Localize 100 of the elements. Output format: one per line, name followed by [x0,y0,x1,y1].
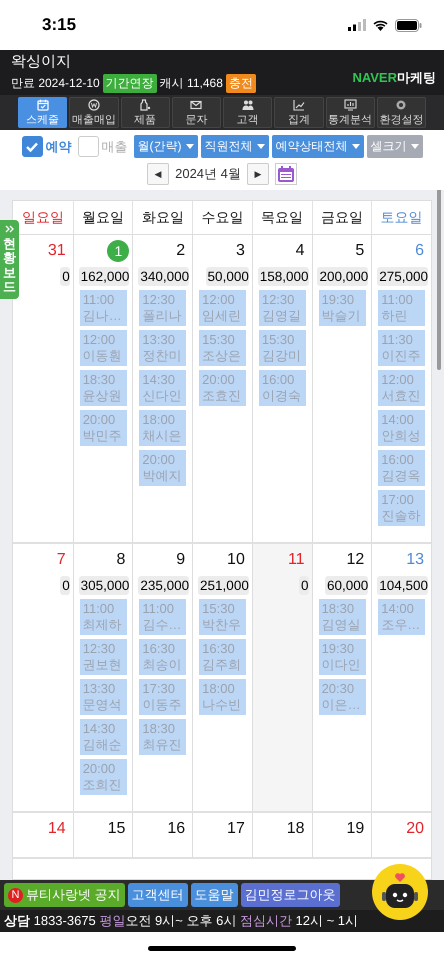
appointment-entry[interactable]: 13:30 정찬미 [139,330,186,366]
gear-icon [395,98,408,110]
appointment-entry[interactable]: 11:30 이진주 [378,330,426,366]
appointment-entry[interactable]: 15:30 조상은 [199,330,246,366]
appointment-entry[interactable]: 15:30 박찬우 [199,599,246,635]
next-month-button[interactable]: ▶ [246,163,269,185]
date-number[interactable]: 1 [107,240,130,262]
filter-dropdown[interactable]: 월(간략) [134,135,198,158]
date-number[interactable]: 9 [176,551,190,569]
nav-tab[interactable]: 집계 [274,97,324,128]
appointment-entry[interactable]: 14:30 신다인 [139,370,186,406]
scrollbar[interactable] [437,190,441,370]
checkbox-label: 예약 [46,138,72,156]
date-number[interactable]: 4 [296,242,309,260]
robot-chatbot-icon[interactable] [372,864,428,920]
appointment-entry[interactable]: 15:30 김강미 [258,330,306,366]
date-number[interactable]: 8 [116,551,130,569]
charge-button[interactable]: 충전 [226,74,256,92]
date-number[interactable]: 7 [56,551,70,569]
date-number[interactable]: 6 [415,242,428,260]
appointment-entry[interactable]: 18:00 채시은 [139,410,186,446]
date-number[interactable]: 31 [48,242,70,260]
sales-amount: 0 [299,576,309,595]
previous-month-button[interactable]: ◀ [147,163,170,185]
nav-tab[interactable]: 스케줄 [18,97,68,128]
footer-button[interactable]: 김민정로그아웃 [240,883,340,907]
footer-button[interactable]: 고객센터 [128,883,188,907]
date-number[interactable]: 15 [108,820,130,838]
date-number[interactable]: 13 [406,551,428,569]
extend-button[interactable]: 기간연장 [102,74,157,92]
nav-tab[interactable]: 제품 [120,97,170,128]
weekday-header: 금요일 [320,208,363,226]
cash-balance: 캐시 11,468 [160,74,223,92]
nav-tab[interactable]: 통계분석 [326,97,375,128]
weekday-header: 화요일 [142,208,184,226]
sales-amount: 305,000 [78,576,130,595]
appointment-entry[interactable]: 19:30 박슬기 [318,290,366,326]
appointment-entry[interactable]: 16:30 최송이 [139,639,186,675]
appointment-entry[interactable]: 14:00 안희성 [378,410,426,446]
appointment-entry[interactable]: 18:30 최유진 [139,719,186,755]
date-number[interactable]: 14 [48,820,70,838]
date-number[interactable]: 12 [346,551,368,569]
appointment-entry[interactable]: 12:00 서효진 [378,370,426,406]
appointment-entry[interactable]: 16:00 이경숙 [258,370,306,406]
date-number[interactable]: 18 [286,820,309,838]
date-number[interactable]: 5 [355,242,368,260]
appointment-entry[interactable]: 19:30 이다인 [318,639,366,675]
appointment-entry[interactable]: 20:00 조희진 [80,759,127,795]
appointment-entry[interactable]: 17:00 진솔하 [378,490,426,526]
appointment-entry[interactable]: 12:30 김영길 [258,290,306,326]
appointment-entry[interactable]: 20:30 이은… [318,679,366,715]
appointment-entry[interactable]: 20:00 박예지 [139,450,186,486]
sales-amount: 162,000 [78,267,130,286]
appointment-entry[interactable]: 11:00 김나… [80,290,127,326]
appointment-entry[interactable]: 17:30 이동주 [139,679,186,715]
weekday-header: 수요일 [201,208,244,226]
date-number[interactable]: 11 [288,551,309,569]
sales-amount: 50,000 [206,267,249,286]
status-board-tab[interactable]: 현황보드 [0,220,19,300]
caret-icon [256,144,264,149]
contact-info: 상담 1833-3675 평일오전 9시~ 오후 6시 점심시간 12시 ~ 1시 [0,910,444,932]
appointment-entry[interactable]: 13:30 문영석 [80,679,127,715]
nav-tab[interactable]: 문자 [172,97,221,128]
date-number[interactable]: 3 [236,242,249,260]
appointment-entry[interactable]: 11:00 최제하 [80,599,127,635]
appointment-entry[interactable]: 12:00 이동훤 [80,330,127,366]
appointment-entry[interactable]: 18:30 김영실 [318,599,366,635]
caret-icon [186,144,194,149]
appointment-entry[interactable]: 16:00 김경옥 [378,450,426,486]
filter-dropdown[interactable]: 예약상태전체 [272,135,364,158]
date-number[interactable]: 16 [167,820,190,838]
appointment-entry[interactable]: 11:00 하린 [378,290,426,326]
date-number[interactable]: 2 [176,242,190,260]
monitor-chart-icon [344,98,357,110]
date-number[interactable]: 19 [346,820,368,838]
date-number[interactable]: 10 [227,551,249,569]
nav-tab[interactable]: 매출매입 [69,97,118,128]
appointment-entry[interactable]: 12:30 권보현 [80,639,127,675]
date-number[interactable]: 20 [406,820,428,838]
footer-button[interactable]: 도움말 [190,883,238,907]
people-icon [242,98,254,110]
nav-tab[interactable]: 고객 [223,97,272,128]
appointment-entry[interactable]: 20:00 박민주 [80,410,127,446]
appointment-entry[interactable]: 12:30 폴리나 [139,290,186,326]
appointment-entry[interactable]: 12:00 임세린 [199,290,246,326]
appointment-entry[interactable]: 11:00 김수… [139,599,186,635]
nav-tab[interactable]: 환경설정 [376,97,426,128]
appointment-entry[interactable]: 16:30 김주희 [199,639,246,675]
appointment-entry[interactable]: 18:30 윤상원 [80,370,127,406]
date-number[interactable]: 17 [227,820,249,838]
footer-button[interactable]: N 뷰티사랑넷 공지 [4,883,125,907]
sales-amount: 0 [60,576,70,595]
appointment-entry[interactable]: 18:00 나수빈 [199,679,246,715]
appointment-entry[interactable]: 14:30 김해순 [80,719,127,755]
checkbox[interactable] [78,136,98,157]
filter-dropdown[interactable]: 직원전체 [200,135,268,158]
appointment-entry[interactable]: 14:00 조우… [378,599,426,635]
checkbox[interactable] [22,136,42,157]
appointment-entry[interactable]: 20:00 조효진 [199,370,246,406]
calendar-picker-button[interactable] [274,163,297,185]
